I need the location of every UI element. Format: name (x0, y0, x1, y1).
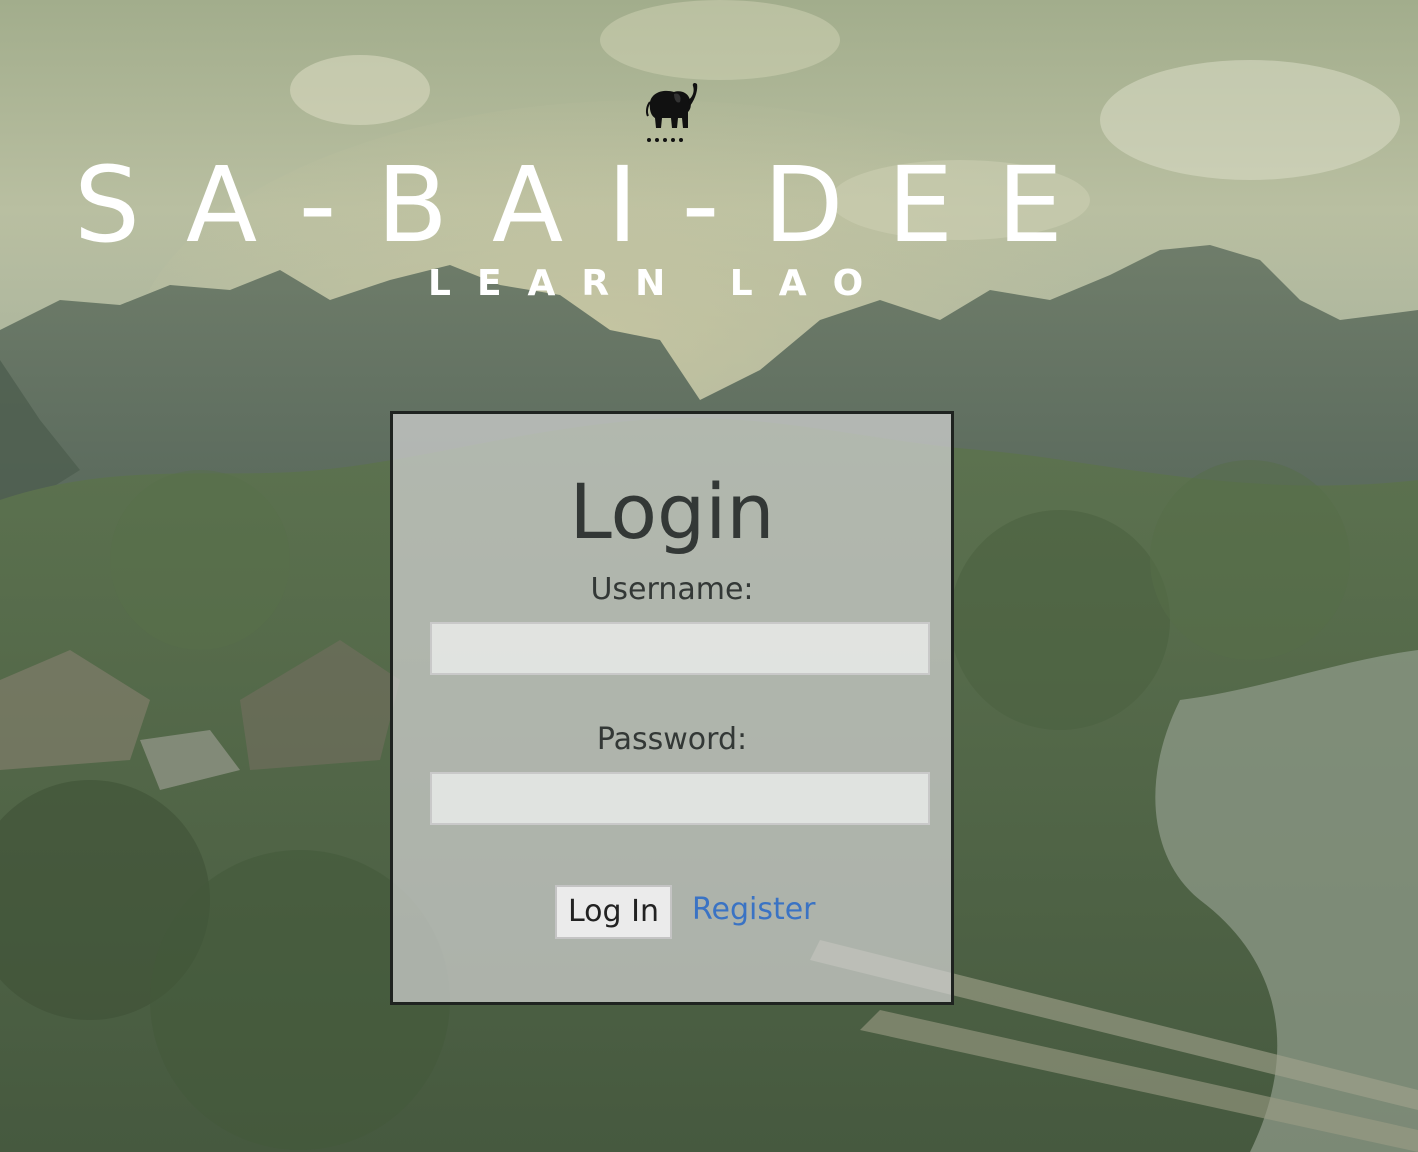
login-button[interactable]: Log In (555, 885, 672, 939)
elephant-icon (644, 80, 700, 146)
username-label: Username: (590, 572, 754, 607)
login-panel: Login Username: Password: Log In Registe… (390, 411, 954, 1005)
password-input[interactable] (430, 772, 930, 825)
username-input[interactable] (430, 622, 930, 675)
app-title: SA-BAI-DEE (74, 144, 1107, 266)
app-subtitle: LEARN LAO (428, 263, 890, 304)
login-heading: Login (569, 467, 775, 556)
register-link[interactable]: Register (692, 888, 816, 932)
password-label: Password: (596, 722, 748, 757)
